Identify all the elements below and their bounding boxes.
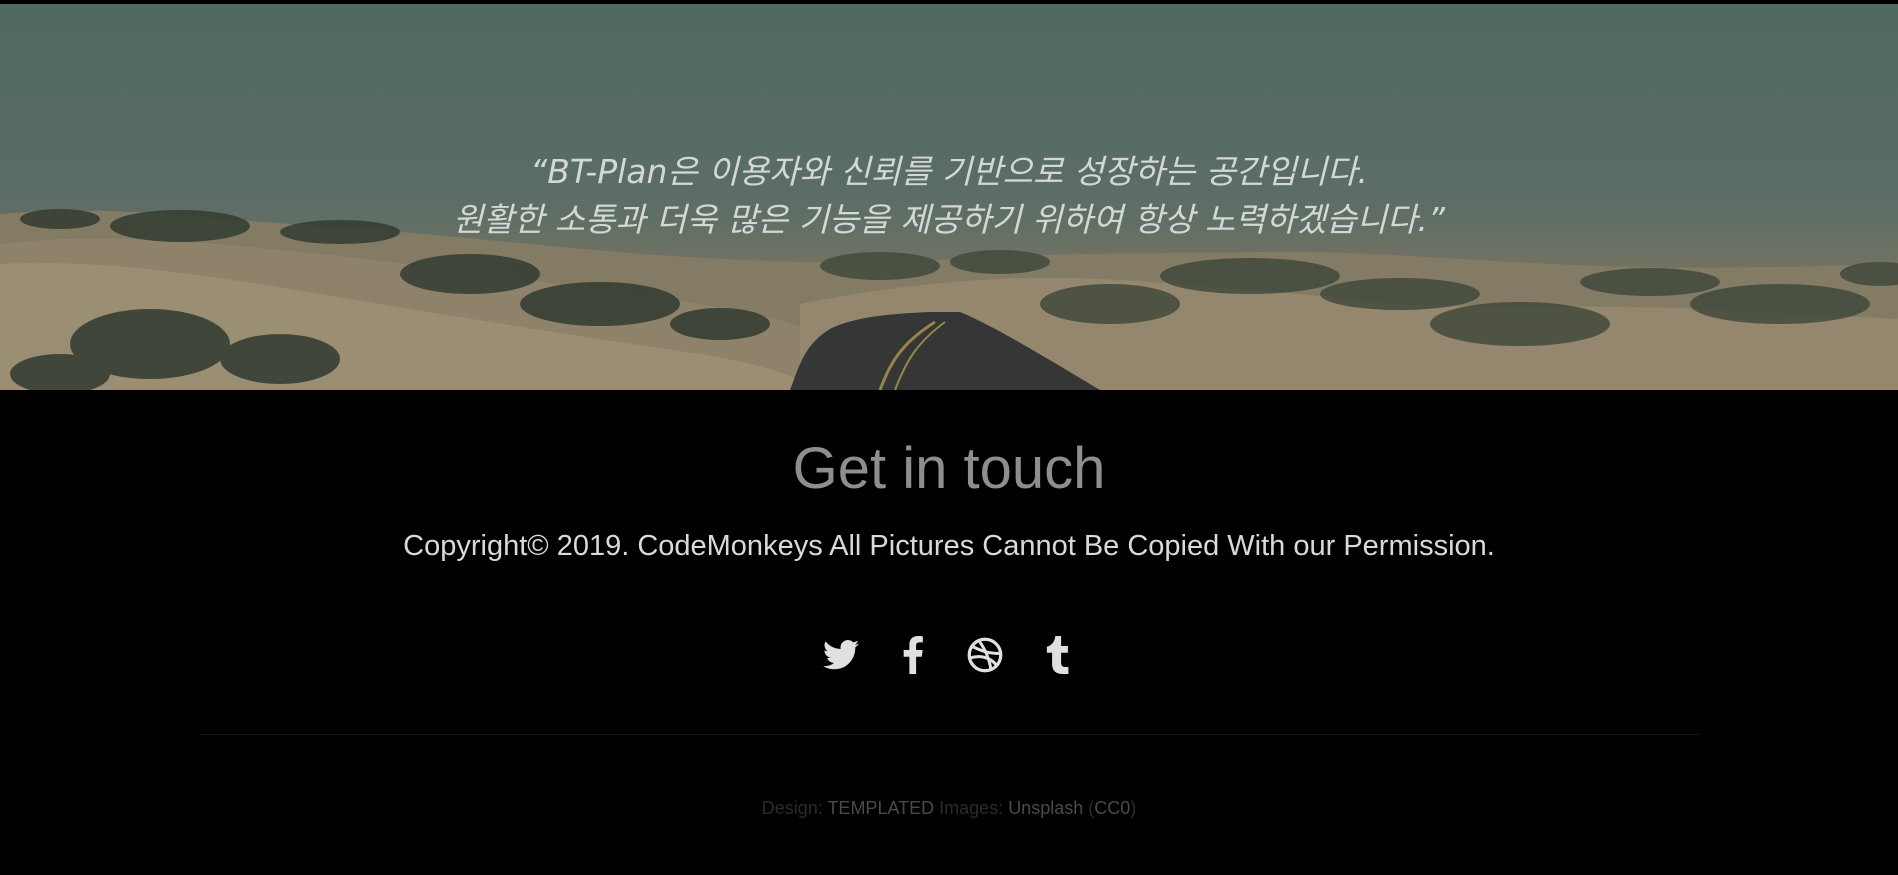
templated-link[interactable]: TEMPLATED bbox=[827, 798, 934, 818]
twitter-icon bbox=[823, 639, 859, 670]
tumblr-icon bbox=[1046, 636, 1069, 674]
contact-title: Get in touch bbox=[792, 436, 1106, 501]
copyright-text: Copyright© 2019. CodeMonkeys All Picture… bbox=[403, 530, 1495, 562]
social-links bbox=[0, 635, 1898, 675]
unsplash-link[interactable]: Unsplash bbox=[1008, 798, 1083, 818]
contact-footer: Get in touch Copyright© 2019. CodeMonkey… bbox=[0, 390, 1898, 875]
dribbble-icon bbox=[967, 637, 1003, 673]
credits: Design: TEMPLATED Images: Unsplash (CC0) bbox=[0, 798, 1898, 819]
facebook-link[interactable] bbox=[895, 635, 931, 675]
twitter-link[interactable] bbox=[823, 635, 859, 675]
cc0-link[interactable]: CC0 bbox=[1094, 798, 1130, 818]
hero-banner: “BT-Plan은 이용자와 신뢰를 기반으로 성장하는 공간입니다. 원활한 … bbox=[0, 4, 1898, 390]
images-label: Images: bbox=[939, 798, 1004, 818]
dribbble-link[interactable] bbox=[967, 635, 1003, 675]
quote-line-1: “BT-Plan은 이용자와 신뢰를 기반으로 성장하는 공간입니다. bbox=[530, 152, 1368, 191]
quote-line-2: 원활한 소통과 더욱 많은 기능을 제공하기 위하여 항상 노력하겠습니다.” bbox=[453, 200, 1445, 239]
tumblr-link[interactable] bbox=[1039, 635, 1075, 675]
license-close-paren: ) bbox=[1130, 798, 1137, 818]
design-label: Design: bbox=[761, 798, 823, 818]
quote-text: “BT-Plan은 이용자와 신뢰를 기반으로 성장하는 공간입니다. 원활한 … bbox=[0, 148, 1898, 244]
footer-divider bbox=[200, 734, 1700, 735]
facebook-icon bbox=[903, 636, 923, 674]
